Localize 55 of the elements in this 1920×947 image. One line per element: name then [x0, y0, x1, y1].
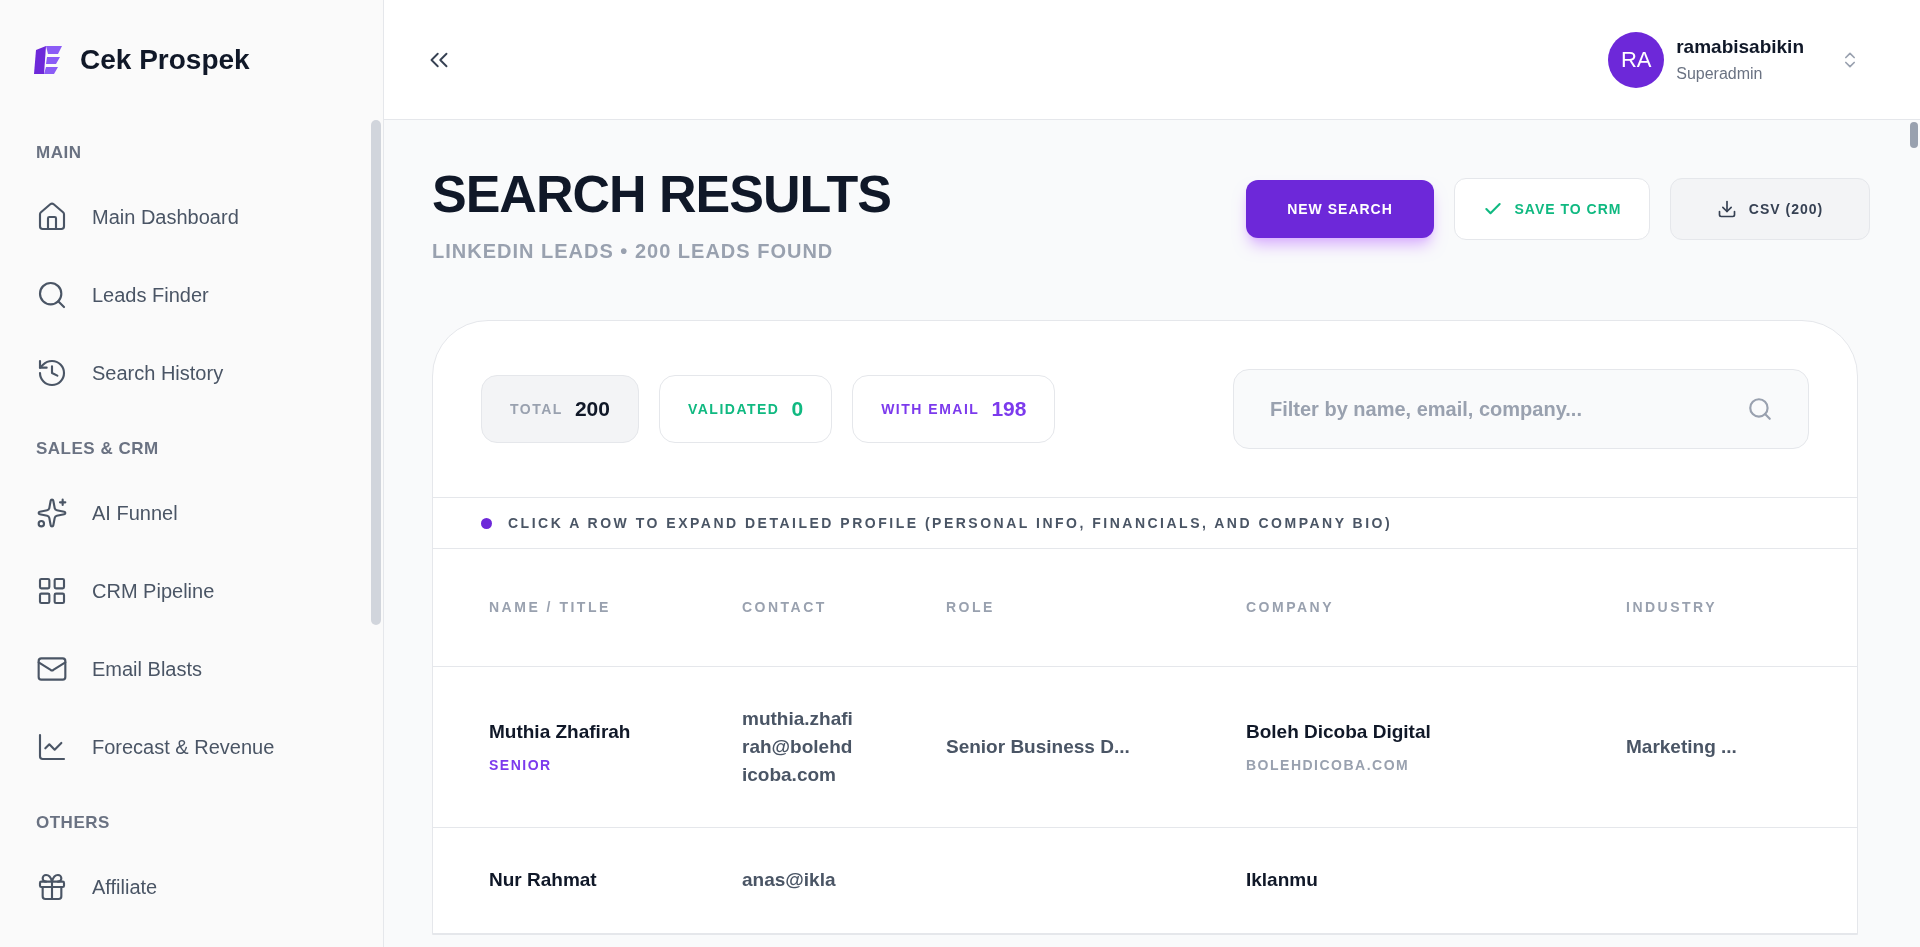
column-header: NAME / TITLE [489, 598, 612, 617]
email-text: anas@ikla [742, 868, 837, 893]
stat-label: TOTAL [510, 399, 563, 419]
filter-field[interactable]: Filter by name, email, company... [1233, 369, 1809, 449]
user-role: Superadmin [1676, 63, 1764, 84]
page-subtitle: LINKEDIN LEADS • 200 LEADS FOUND [432, 239, 835, 264]
line-chart-icon [36, 731, 68, 763]
column-header: ROLE [946, 598, 996, 617]
nav-item[interactable]: Email Blasts [36, 630, 347, 708]
section-heading: OTHERS [36, 812, 111, 835]
lead-name: Nur Rahmat [489, 868, 598, 892]
nav-item[interactable]: Affiliate [36, 848, 347, 926]
history-icon [36, 357, 68, 389]
column-header: COMPANY [1246, 598, 1336, 617]
logo-icon [32, 44, 64, 76]
lead-name: Muthia Zhafirah [489, 720, 632, 745]
scrollbar [1910, 122, 1918, 148]
company-domain: BOLEHDICOBA.COM [1246, 755, 1411, 775]
page-title: SEARCH RESULTS [432, 168, 891, 220]
industry-text: Marketing ... [1626, 734, 1738, 759]
role-text: Senior Business D... [946, 734, 1131, 759]
search-icon [36, 279, 68, 311]
brand-name: Cek Prospek [80, 43, 250, 77]
search-icon [1747, 396, 1773, 422]
new-search-button[interactable]: NEW SEARCH [1246, 180, 1434, 238]
company-name: Boleh Dicoba Digital [1246, 720, 1432, 745]
stat-value: 198 [991, 396, 1027, 423]
user-avatar[interactable]: RA [1608, 31, 1665, 88]
company-name: Iklanmu [1246, 868, 1319, 892]
stat-value: 200 [574, 396, 610, 423]
csv-download-button[interactable]: CSV (200) [1670, 178, 1870, 240]
seniority-tag: SENIOR [489, 754, 742, 776]
download-icon [1716, 199, 1737, 219]
sparkles-icon [36, 497, 68, 529]
nav-item[interactable]: AI Funnel [36, 474, 347, 552]
table-row[interactable]: Muthia Zhafirah SENIOR muthia.zhafirah@bolehdicoba.com Senior Business D... Boleh Dicoba Digital BOLEHDICOBA.COM Marketing ... [433, 667, 1857, 828]
nav-item[interactable]: CRM Pipeline [36, 552, 347, 630]
email-text: muthia.zhafirah@bolehdicoba.com [742, 707, 854, 787]
gift-icon [36, 871, 68, 903]
nav-item[interactable]: Forecast & Revenue [36, 708, 347, 786]
user-name: ramabisabikin [1676, 35, 1804, 60]
stat-label: VALIDATED [687, 399, 780, 419]
table-row[interactable]: Nur Rahmat anas@ikla Iklanmu [433, 828, 1857, 934]
section-heading: SALES & CRM [36, 438, 160, 461]
home-icon [36, 201, 68, 233]
section-heading: MAIN [36, 142, 83, 165]
grid-icon [36, 575, 68, 607]
hint-text: CLICK A ROW TO EXPAND DETAILED PROFILE (PERSONAL INFO, FINANCIALS, AND COMPANY BIO) [508, 513, 1393, 533]
stat-value: 0 [791, 396, 804, 423]
column-header: CONTACT [742, 598, 828, 617]
column-header: INDUSTRY [1626, 598, 1719, 617]
nav-item[interactable]: Main Dashboard [36, 178, 347, 256]
stat-label: WITH EMAIL [881, 399, 980, 419]
nav-item[interactable]: Leads Finder [36, 256, 347, 334]
nav-item[interactable]: Search History [36, 334, 347, 412]
